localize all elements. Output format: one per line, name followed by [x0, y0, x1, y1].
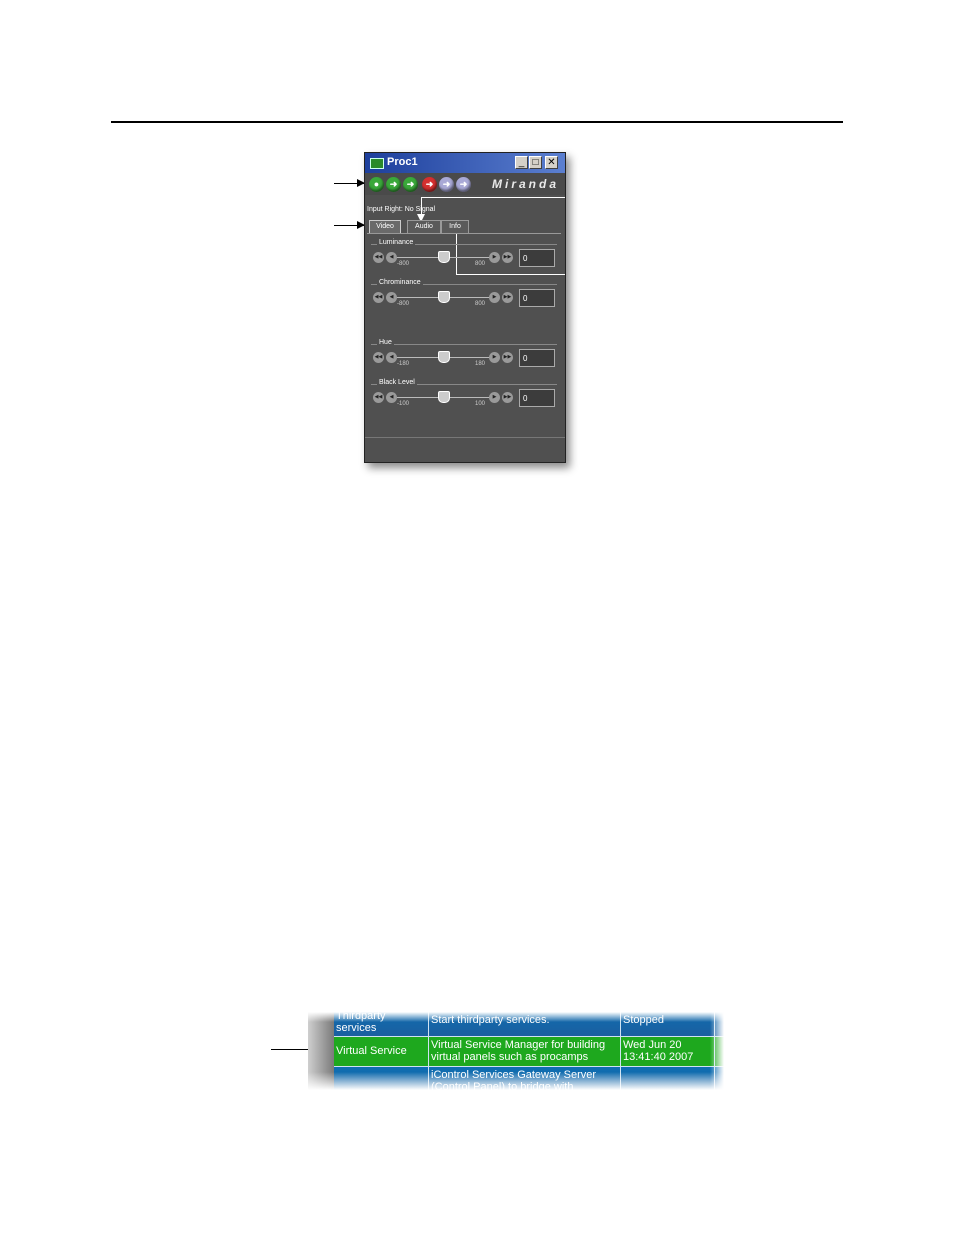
arrow-right-icon[interactable]: ➜	[403, 177, 418, 192]
status-bar-divider	[365, 437, 565, 438]
maximize-button[interactable]: □	[529, 156, 542, 169]
callout-arrow-video-tab	[334, 221, 365, 229]
fade-overlay	[308, 1072, 724, 1090]
fast-forward-button[interactable]: ▶▶	[502, 252, 513, 263]
chrominance-value-field[interactable]: 0	[519, 289, 555, 307]
luminance-group: Luminance ◀◀ ◀ -800 800 ▶ ▶▶ 0	[371, 239, 557, 273]
step-forward-button[interactable]: ▶	[489, 352, 500, 363]
app-icon	[370, 158, 384, 169]
step-back-button[interactable]: ◀	[386, 292, 397, 303]
black-level-value-field[interactable]: 0	[519, 389, 555, 407]
step-forward-button[interactable]: ▶	[489, 392, 500, 403]
window-title: Proc1	[387, 156, 418, 168]
black-level-group: Black Level ◀◀ ◀ -100 100 ▶ ▶▶ 0	[371, 379, 557, 413]
black-level-max: 100	[475, 401, 486, 407]
proc1-window: Proc1 _ □ ✕ ● ➜ ➜ ➜ ➜ ➜ Miranda Input Ri…	[364, 152, 566, 463]
luminance-min: -800	[397, 261, 410, 267]
callout-line-audio-horizontal	[421, 197, 565, 198]
luminance-value-field[interactable]: 0	[519, 249, 555, 267]
arrow-right-icon[interactable]: ➜	[422, 177, 437, 192]
hue-slider-thumb[interactable]	[438, 351, 450, 363]
arrow-right-icon[interactable]: ➜	[456, 177, 471, 192]
fade-overlay	[308, 1012, 724, 1022]
chrominance-label: Chrominance	[377, 279, 423, 286]
hue-value-field[interactable]: 0	[519, 349, 555, 367]
callout-arrow-toolbar	[334, 179, 365, 187]
service-name-cell: Virtual Service	[334, 1037, 429, 1066]
minimize-button[interactable]: _	[515, 156, 528, 169]
title-bar[interactable]: Proc1 _ □ ✕	[365, 153, 565, 173]
hue-group: Hue ◀◀ ◀ -180 180 ▶ ▶▶ 0	[371, 339, 557, 373]
arrow-right-icon[interactable]: ➜	[386, 177, 401, 192]
miranda-logo: Miranda	[491, 177, 559, 191]
callout-line-info-horizontal	[456, 274, 565, 275]
hue-max: 180	[475, 361, 486, 367]
chrominance-group: Chrominance ◀◀ ◀ -800 800 ▶ ▶▶ 0	[371, 279, 557, 313]
service-status-cell: Wed Jun 20 13:41:40 2007	[621, 1037, 715, 1066]
close-button[interactable]: ✕	[545, 156, 558, 169]
header-rule	[111, 121, 843, 123]
black-level-slider-thumb[interactable]	[438, 391, 450, 403]
arrow-right-icon[interactable]: ➜	[439, 177, 454, 192]
fast-forward-button[interactable]: ▶▶	[502, 392, 513, 403]
fast-rewind-button[interactable]: ◀◀	[373, 292, 384, 303]
fast-forward-button[interactable]: ▶▶	[502, 292, 513, 303]
fade-overlay	[710, 1012, 724, 1090]
hue-min: -180	[397, 361, 410, 367]
step-back-button[interactable]: ◀	[386, 252, 397, 263]
fast-rewind-button[interactable]: ◀◀	[373, 392, 384, 403]
toolbar: ● ➜ ➜ ➜ ➜ ➜ Miranda	[365, 173, 565, 195]
tab-audio[interactable]: Audio	[407, 220, 441, 233]
step-back-button[interactable]: ◀	[386, 352, 397, 363]
chrominance-min: -800	[397, 301, 410, 307]
service-description-cell: Virtual Service Manager for building vir…	[429, 1037, 621, 1066]
group-divider	[371, 344, 557, 345]
input-status-text: Input Right: No Signal	[367, 206, 436, 213]
services-table: Thirdparty services Start thirdparty ser…	[308, 1012, 724, 1090]
step-forward-button[interactable]: ▶	[489, 292, 500, 303]
black-level-min: -100	[397, 401, 410, 407]
chrominance-slider-thumb[interactable]	[438, 291, 450, 303]
status-icon[interactable]: ●	[369, 177, 384, 192]
fast-forward-button[interactable]: ▶▶	[502, 352, 513, 363]
black-level-label: Black Level	[377, 379, 417, 386]
step-forward-button[interactable]: ▶	[489, 252, 500, 263]
table-row-virtual-service[interactable]: Virtual Service Virtual Service Manager …	[334, 1037, 724, 1066]
luminance-label: Luminance	[377, 239, 416, 246]
tab-divider	[367, 233, 561, 234]
luminance-slider-thumb[interactable]	[438, 251, 450, 263]
fast-rewind-button[interactable]: ◀◀	[373, 252, 384, 263]
chrominance-max: 800	[475, 301, 486, 307]
fast-rewind-button[interactable]: ◀◀	[373, 352, 384, 363]
hue-label: Hue	[377, 339, 394, 346]
tab-info[interactable]: Info	[441, 220, 469, 233]
step-back-button[interactable]: ◀	[386, 392, 397, 403]
tab-video[interactable]: Video	[369, 220, 401, 233]
luminance-max: 800	[475, 261, 486, 267]
